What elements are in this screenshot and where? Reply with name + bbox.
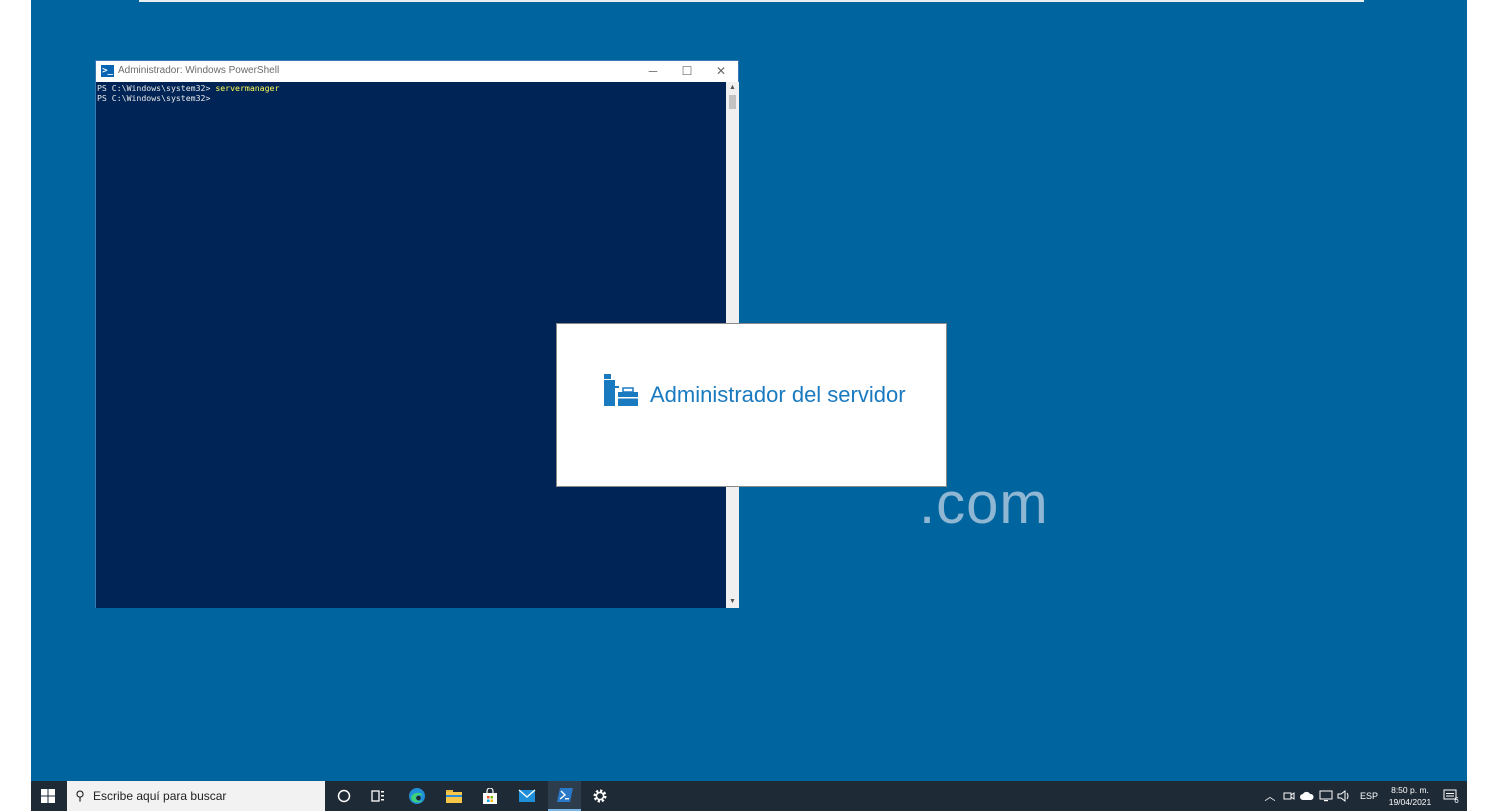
console-prompt: PS C:\Windows\system32> bbox=[97, 93, 216, 103]
file-explorer-icon bbox=[446, 790, 462, 803]
edge-taskbar-button[interactable] bbox=[402, 781, 432, 811]
taskbar-search-box[interactable]: ⚲ Escribe aquí para buscar bbox=[67, 781, 325, 811]
cloud-icon bbox=[1300, 791, 1314, 800]
volume-icon bbox=[1337, 790, 1349, 802]
scroll-down-icon[interactable]: ▼ bbox=[726, 596, 739, 608]
volume-icon[interactable] bbox=[1336, 781, 1352, 811]
powershell-taskbar-button[interactable] bbox=[548, 781, 581, 811]
task-view-button[interactable] bbox=[363, 781, 393, 811]
splash-title: Administrador del servidor bbox=[650, 382, 906, 407]
meet-now-icon bbox=[1283, 792, 1295, 800]
cortana-icon bbox=[337, 789, 351, 803]
meet-now-icon[interactable] bbox=[1282, 781, 1296, 811]
console-line: PS C:\Windows\system32> bbox=[97, 93, 725, 103]
maximize-button[interactable]: ☐ bbox=[670, 61, 704, 82]
search-icon: ⚲ bbox=[75, 788, 85, 803]
gear-icon bbox=[593, 789, 607, 803]
minimize-button[interactable]: ─ bbox=[636, 61, 670, 82]
scroll-thumb[interactable] bbox=[729, 95, 736, 109]
clock-time: 8:50 p. m. bbox=[1391, 785, 1429, 795]
console-line: PS C:\Windows\system32> servermanager bbox=[97, 83, 725, 93]
console-command: servermanager bbox=[215, 83, 280, 93]
windows-logo-icon bbox=[41, 789, 55, 803]
scroll-up-icon[interactable]: ▲ bbox=[726, 82, 739, 94]
edge-icon bbox=[409, 788, 425, 804]
taskbar-clock[interactable]: 8:50 p. m. 19/04/2021 bbox=[1385, 784, 1435, 808]
taskbar: ⚲ Escribe aquí para buscar ︿ ESP 8:50 p.… bbox=[31, 781, 1467, 811]
cortana-button[interactable] bbox=[329, 781, 359, 811]
task-view-icon bbox=[371, 790, 384, 802]
notification-count-badge: 6 bbox=[1454, 796, 1459, 805]
console-prompt: PS C:\Windows\system32> bbox=[97, 83, 216, 93]
store-icon bbox=[483, 787, 497, 804]
network-icon[interactable] bbox=[1318, 781, 1334, 811]
powershell-titlebar[interactable]: >_ Administrador: Windows PowerShell ─ ☐… bbox=[96, 61, 738, 82]
notification-center-button[interactable]: 6 bbox=[1441, 781, 1461, 811]
clock-date: 19/04/2021 bbox=[1388, 797, 1432, 807]
settings-button[interactable] bbox=[585, 781, 615, 811]
file-explorer-button[interactable] bbox=[439, 781, 469, 811]
window-title: Administrador: Windows PowerShell bbox=[118, 65, 280, 76]
show-hidden-icons-chevron-icon[interactable]: ︿ bbox=[1263, 781, 1277, 811]
server-manager-icon bbox=[604, 374, 638, 406]
store-button[interactable] bbox=[475, 781, 505, 811]
powershell-icon bbox=[556, 788, 573, 802]
powershell-icon: >_ bbox=[101, 65, 114, 77]
mail-icon bbox=[518, 789, 536, 802]
mail-button[interactable] bbox=[512, 781, 542, 811]
search-placeholder: Escribe aquí para buscar bbox=[93, 789, 227, 803]
top-border-line bbox=[139, 0, 1364, 2]
close-button[interactable]: ✕ bbox=[704, 61, 738, 82]
network-icon bbox=[1319, 790, 1333, 802]
desktop: .com >_ Administrador: Windows PowerShel… bbox=[31, 0, 1467, 811]
input-language-indicator[interactable]: ESP bbox=[1356, 781, 1382, 811]
start-button[interactable] bbox=[31, 781, 65, 811]
onedrive-icon[interactable] bbox=[1299, 781, 1315, 811]
server-manager-splash: Administrador del servidor bbox=[556, 323, 947, 487]
